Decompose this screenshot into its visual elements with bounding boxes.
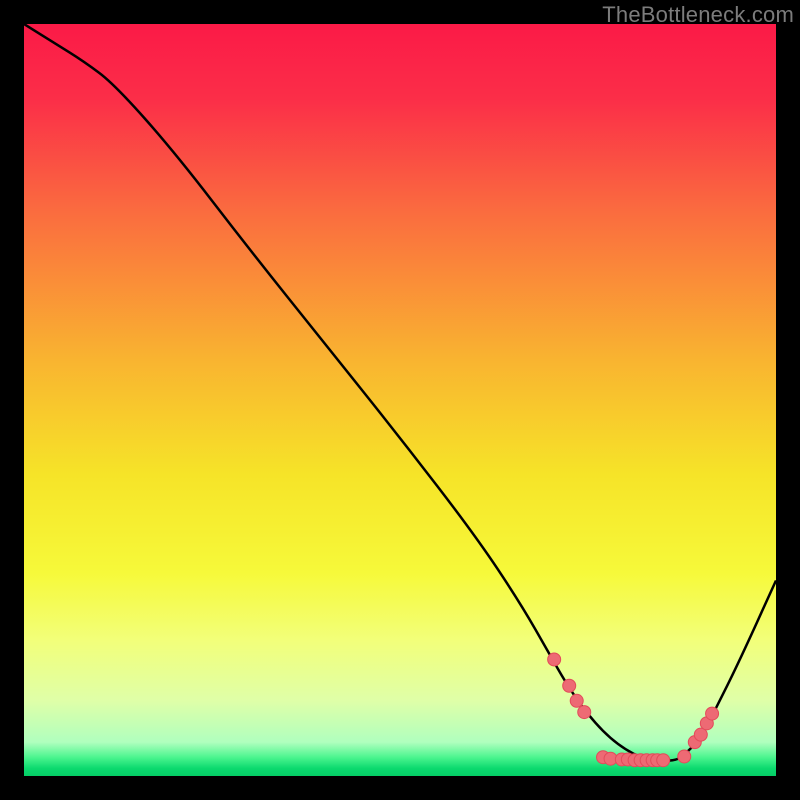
- attribution-watermark: TheBottleneck.com: [602, 2, 794, 28]
- curve-marker: [678, 750, 691, 763]
- gradient-background: [24, 24, 776, 776]
- curve-marker: [563, 679, 576, 692]
- chart-svg: [24, 24, 776, 776]
- plot-area: [24, 24, 776, 776]
- chart-frame: TheBottleneck.com: [0, 0, 800, 800]
- curve-marker: [578, 706, 591, 719]
- curve-marker: [570, 694, 583, 707]
- curve-marker: [706, 707, 719, 720]
- curve-marker: [657, 754, 670, 767]
- curve-marker: [548, 653, 561, 666]
